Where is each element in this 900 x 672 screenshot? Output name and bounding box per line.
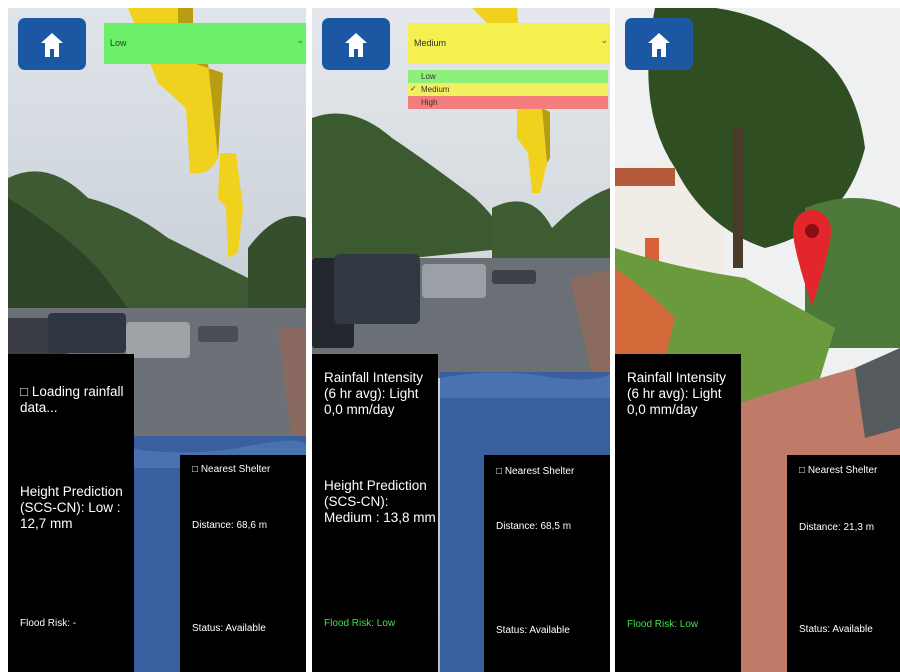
flood-info-panel: Rainfall Intensity (6 hr avg): Light 0,0… — [312, 354, 438, 672]
shelter-info-panel: □ Nearest Shelter Distance: 21,3 m Statu… — [787, 455, 900, 672]
flood-level-dropdown[interactable]: Medium ⌄ — [408, 23, 610, 64]
home-icon — [648, 33, 670, 57]
option-label: Medium — [421, 85, 450, 94]
shelter-status-text: Status: Available — [496, 625, 570, 636]
option-low[interactable]: Low — [408, 70, 608, 83]
option-label: Low — [421, 72, 436, 81]
rainfall-intensity-text: Rainfall Intensity (6 hr avg): Light 0,0… — [627, 370, 727, 417]
flood-level-options: Low ✓ Medium High — [408, 70, 608, 109]
red-location-pin-icon — [793, 210, 831, 306]
shelter-status-text: Status: Available — [192, 623, 266, 634]
shelter-distance-text: Distance: 21,3 m — [799, 522, 875, 533]
home-button[interactable] — [18, 18, 86, 70]
ar-view-panel-1: Low ⌄ □ Loading rainfall data... Height … — [8, 8, 306, 672]
ar-view-panel-3: Rainfall Intensity (6 hr avg): Light 0,0… — [615, 8, 900, 672]
dropdown-selected-value: Low — [110, 38, 127, 48]
home-button[interactable] — [322, 18, 390, 70]
flood-risk-text: Flood Risk: Low — [627, 619, 699, 630]
ar-view-panel-2: Medium ⌄ Low ✓ Medium High Rainfall Inte… — [312, 8, 610, 672]
dropdown-selected-value: Medium — [414, 38, 447, 48]
shelter-distance-text: Distance: 68,5 m — [496, 521, 572, 532]
shelter-info-panel: □ Nearest Shelter Distance: 68,5 m Statu… — [484, 455, 610, 672]
rainfall-intensity-text: Rainfall Intensity (6 hr avg): Light 0,0… — [324, 370, 424, 417]
chevron-down-icon: ⌄ — [296, 35, 304, 45]
flood-info-panel: □ Loading rainfall data... Height Predic… — [8, 354, 134, 672]
nearest-shelter-label: □ Nearest Shelter — [799, 465, 878, 476]
chevron-down-icon: ⌄ — [600, 35, 608, 45]
home-icon — [41, 33, 63, 57]
option-high[interactable]: High — [408, 96, 608, 109]
rainfall-status-text: □ Loading rainfall data... — [20, 384, 124, 415]
nearest-shelter-label: □ Nearest Shelter — [496, 466, 575, 477]
shelter-status-text: Status: Available — [799, 624, 873, 635]
option-label: High — [421, 98, 438, 107]
flood-risk-text: Flood Risk: - — [20, 618, 77, 629]
height-prediction-text: Height Prediction (SCS-CN): Low : 12,7 m… — [20, 484, 123, 531]
checkmark-icon: ✓ — [410, 84, 417, 93]
shelter-info-panel: □ Nearest Shelter Distance: 68,6 m Statu… — [180, 455, 306, 672]
nearest-shelter-label: □ Nearest Shelter — [192, 464, 271, 475]
flood-level-dropdown[interactable]: Low ⌄ — [104, 23, 306, 64]
height-prediction-text: Height Prediction (SCS-CN): Medium : 13,… — [324, 478, 436, 525]
flood-risk-text: Flood Risk: Low — [324, 618, 396, 629]
home-icon — [345, 33, 367, 57]
home-button[interactable] — [625, 18, 693, 70]
option-medium[interactable]: ✓ Medium — [408, 83, 608, 96]
shelter-distance-text: Distance: 68,6 m — [192, 520, 268, 531]
flood-info-panel: Rainfall Intensity (6 hr avg): Light 0,0… — [615, 354, 741, 672]
